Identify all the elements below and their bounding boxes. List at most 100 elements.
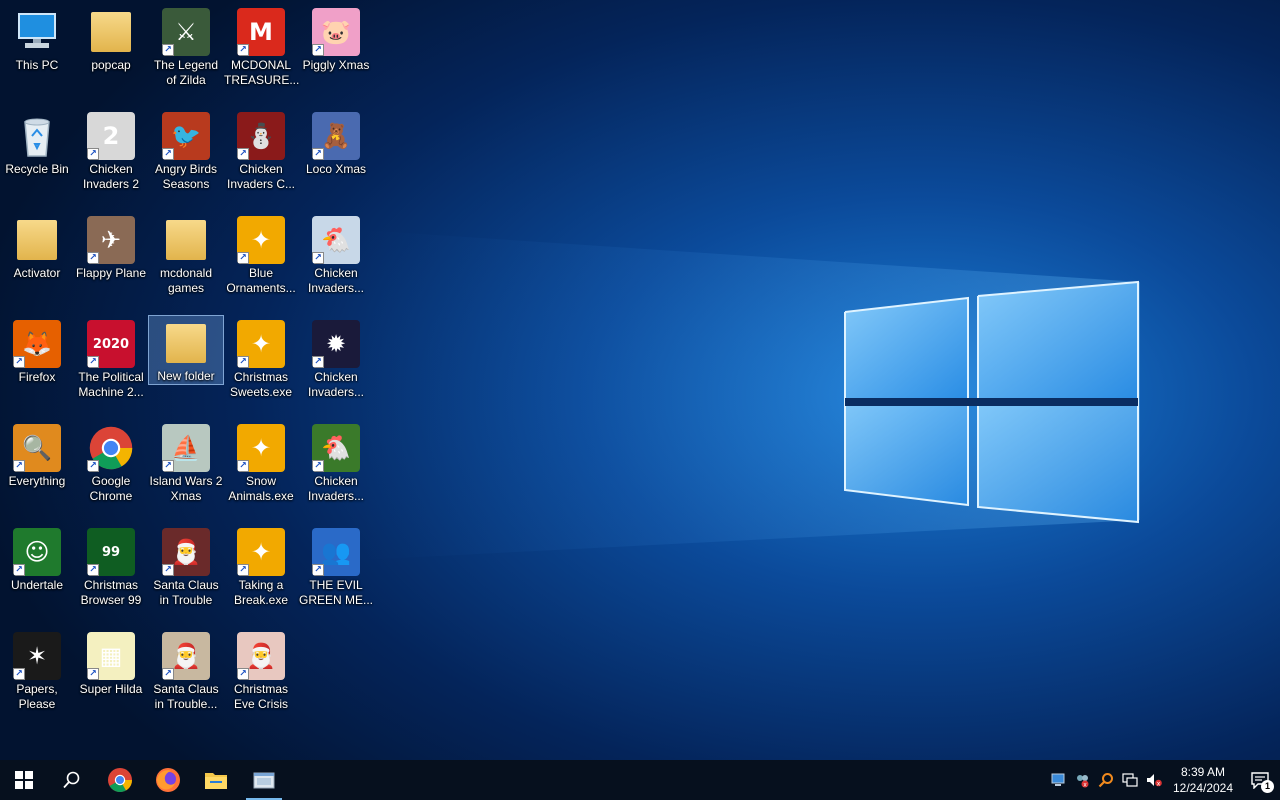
shortcut-arrow-icon: ↗	[87, 668, 99, 680]
desktop-icon[interactable]: ☺ ↗ Undertale	[0, 524, 74, 624]
shortcut-arrow-icon: ↗	[162, 44, 174, 56]
popcap-game-icon: ✦ ↗	[237, 216, 285, 264]
angry-birds-icon: 🐦 ↗	[162, 112, 210, 160]
volume-muted-icon[interactable]: x	[1142, 760, 1166, 800]
desktop-icon-label: Recycle Bin	[5, 162, 69, 176]
desktop-icon[interactable]: M ↗ MCDONAL TREASURE...	[224, 4, 300, 104]
taskbar-running-app[interactable]	[240, 760, 288, 800]
desktop-icon-label: New folder	[157, 369, 215, 383]
desktop-icon[interactable]: ✶ ↗ Papers, Please	[0, 628, 74, 728]
desktop-icon[interactable]: 🐷 ↗ Piggly Xmas	[299, 4, 373, 104]
desktop-icon[interactable]: 99 ↗ Christmas Browser 99	[74, 524, 148, 624]
desktop-icon[interactable]: ✈ ↗ Flappy Plane	[74, 212, 148, 312]
desktop-icon[interactable]: 👥 ↗ THE EVIL GREEN ME...	[299, 524, 373, 624]
desktop-icon-label: Firefox	[18, 370, 56, 384]
clock-date: 12/24/2024	[1172, 781, 1234, 795]
desktop-icon-label: Snow Animals.exe	[228, 474, 294, 503]
popcap-game-icon: ✦ ↗	[237, 528, 285, 576]
recycle-bin-icon	[13, 112, 61, 160]
desktop-icon[interactable]: popcap	[74, 4, 148, 104]
shortcut-arrow-icon: ↗	[13, 460, 25, 472]
desktop-icon-label: The Legend of Zilda	[153, 58, 219, 87]
desktop-icon[interactable]: 🎅 ↗ Santa Claus in Trouble...	[149, 628, 223, 728]
shortcut-arrow-icon: ↗	[87, 252, 99, 264]
network-icon[interactable]	[1118, 760, 1142, 800]
popcap-game-icon: ✦ ↗	[237, 320, 285, 368]
shortcut-arrow-icon: ↗	[13, 356, 25, 368]
chrome-icon: ↗	[87, 424, 135, 472]
chicken-invaders-icon: 🐔 ↗	[312, 424, 360, 472]
island-wars-icon: ⛵ ↗	[162, 424, 210, 472]
desktop-icon[interactable]: This PC	[0, 4, 74, 104]
clock-time: 8:39 AM	[1180, 765, 1226, 779]
chrome-icon	[108, 768, 132, 793]
desktop-icon[interactable]: 🐦 ↗ Angry Birds Seasons	[149, 108, 223, 208]
desktop-icon[interactable]: ⛵ ↗ Island Wars 2 Xmas	[149, 420, 223, 520]
shortcut-arrow-icon: ↗	[162, 564, 174, 576]
shortcut-arrow-icon: ↗	[237, 460, 249, 472]
christmas-tree-icon: 99 ↗	[87, 528, 135, 576]
everything-search-icon[interactable]	[1094, 760, 1118, 800]
desktop-icon[interactable]: ⚔ ↗ The Legend of Zilda	[149, 4, 223, 104]
folder-icon	[205, 773, 227, 789]
desktop-icon[interactable]: New folder	[148, 315, 224, 385]
desktop-icon-label: MCDONAL TREASURE...	[224, 58, 300, 87]
taskbar-file-explorer[interactable]	[192, 760, 240, 800]
desktop-icon[interactable]: mcdonald games	[149, 212, 223, 312]
santa-claus-icon: 🎅 ↗	[162, 632, 210, 680]
desktop-icon[interactable]: ↗ Google Chrome	[74, 420, 148, 520]
desktop-icon-label: THE EVIL GREEN ME...	[299, 578, 374, 607]
action-center-button[interactable]: 1	[1240, 760, 1280, 800]
computer-icon	[13, 8, 61, 56]
desktop-icon-label: Christmas Browser 99	[80, 578, 142, 607]
shortcut-arrow-icon: ↗	[162, 668, 174, 680]
teddy-bear-icon: 🧸 ↗	[312, 112, 360, 160]
desktop-icon-label: Angry Birds Seasons	[154, 162, 218, 191]
shortcut-arrow-icon: ↗	[162, 148, 174, 160]
desktop-icon[interactable]: 🐔 ↗ Chicken Invaders...	[299, 420, 373, 520]
taskbar-firefox[interactable]	[144, 760, 192, 800]
desktop-icon-label: This PC	[15, 58, 59, 72]
desktop-icon[interactable]: 2020 ↗ The Political Machine 2...	[74, 316, 148, 416]
desktop-icon[interactable]: ✦ ↗ Blue Ornaments...	[224, 212, 298, 312]
desktop-icon[interactable]: 🧸 ↗ Loco Xmas	[299, 108, 373, 208]
mcdonalds-icon: M ↗	[237, 8, 285, 56]
taskbar-chrome[interactable]	[96, 760, 144, 800]
desktop-icon[interactable]: 🦊 ↗ Firefox	[0, 316, 74, 416]
desktop-icon[interactable]: ✦ ↗ Christmas Sweets.exe	[224, 316, 298, 416]
shortcut-arrow-icon: ↗	[312, 44, 324, 56]
desktop-icon[interactable]: 2 ↗ Chicken Invaders 2	[74, 108, 148, 208]
shortcut-arrow-icon: ↗	[87, 356, 99, 368]
desktop-icon[interactable]: Activator	[0, 212, 74, 312]
desktop-icon[interactable]: Recycle Bin	[0, 108, 74, 208]
clock[interactable]: 8:39 AM 12/24/2024	[1166, 764, 1240, 796]
desktop-icon[interactable]: 🎅 ↗ Christmas Eve Crisis	[224, 628, 298, 728]
search-magnifier-icon: 🔍 ↗	[13, 424, 61, 472]
super-hilda-icon: ▦ ↗	[87, 632, 135, 680]
desktop-icon[interactable]: ⛄ ↗ Chicken Invaders C...	[224, 108, 298, 208]
display-icon[interactable]	[1046, 760, 1070, 800]
desktop-icon[interactable]: 🔍 ↗ Everything	[0, 420, 74, 520]
desktop-icon[interactable]: 🎅 ↗ Santa Claus in Trouble	[149, 524, 223, 624]
desktop-icon-label: mcdonald games	[159, 266, 213, 295]
shortcut-arrow-icon: ↗	[13, 668, 25, 680]
desktop-icon[interactable]: ✦ ↗ Taking a Break.exe	[224, 524, 298, 624]
network-device-error-icon[interactable]: x	[1070, 760, 1094, 800]
desktop-icon[interactable]: 🐔 ↗ Chicken Invaders...	[299, 212, 373, 312]
chicken-invaders-icon: ✹ ↗	[312, 320, 360, 368]
shortcut-arrow-icon: ↗	[13, 564, 25, 576]
search-button[interactable]	[48, 760, 96, 800]
desktop[interactable]: This PC Recycle Bin Activator 🦊 ↗ Firefox 🔍 ↗ Ev…	[0, 0, 1280, 760]
taskbar: x x 8:39 AM 12/24/2024 1	[0, 760, 1280, 800]
desktop-icon-label: Undertale	[10, 578, 64, 592]
desktop-icon[interactable]: ✦ ↗ Snow Animals.exe	[224, 420, 298, 520]
shortcut-arrow-icon: ↗	[237, 356, 249, 368]
desktop-icon-label: Google Chrome	[89, 474, 133, 503]
desktop-icon[interactable]: ▦ ↗ Super Hilda	[74, 628, 148, 728]
desktop-icon-label: Christmas Eve Crisis	[233, 682, 288, 711]
start-button[interactable]	[0, 760, 48, 800]
folder-icon	[91, 12, 131, 52]
desktop-icon[interactable]: ✹ ↗ Chicken Invaders...	[299, 316, 373, 416]
santa-claus-icon: 🎅 ↗	[162, 528, 210, 576]
shortcut-arrow-icon: ↗	[312, 252, 324, 264]
